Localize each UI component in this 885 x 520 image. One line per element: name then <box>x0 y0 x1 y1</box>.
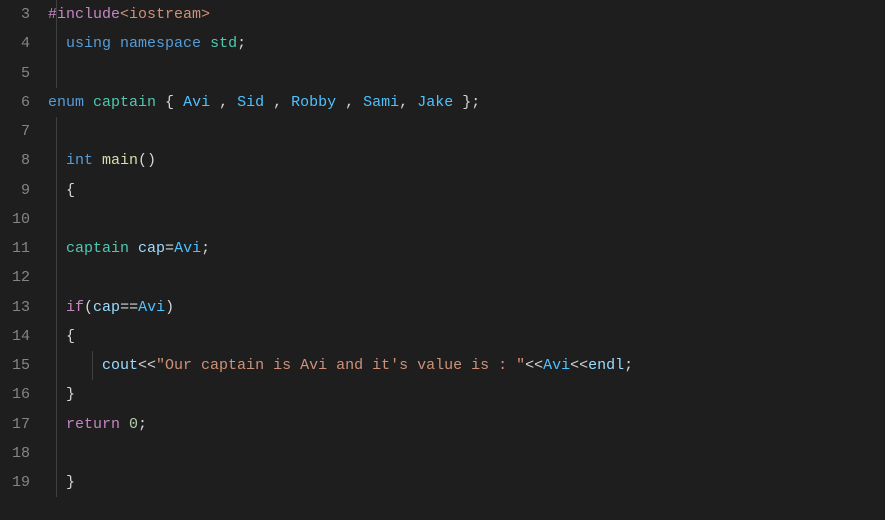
code-line[interactable]: using namespace std; <box>48 29 885 58</box>
code-line[interactable] <box>48 117 885 146</box>
code-line[interactable]: { <box>48 176 885 205</box>
code-line[interactable]: int main() <box>48 146 885 175</box>
semicolon: ; <box>237 29 246 58</box>
parentheses: () <box>138 146 156 175</box>
enum-value: Sami <box>363 88 399 117</box>
include-header: <iostream> <box>120 0 210 29</box>
keyword-enum: enum <box>48 88 84 117</box>
line-number: 3 <box>0 0 30 29</box>
code-line[interactable] <box>48 263 885 292</box>
keyword-return: return <box>66 410 120 439</box>
string-literal: "Our captain is Avi and it's value is : … <box>156 351 525 380</box>
code-line[interactable]: } <box>48 380 885 409</box>
line-number: 4 <box>0 29 30 58</box>
brace-close: } <box>66 380 75 409</box>
code-line[interactable] <box>48 439 885 468</box>
enum-value: Jake <box>417 88 453 117</box>
line-number: 12 <box>0 263 30 292</box>
enum-name: captain <box>93 88 156 117</box>
brace-open: { <box>156 88 183 117</box>
var-cap: cap <box>93 293 120 322</box>
semicolon: ; <box>624 351 633 380</box>
type-captain: captain <box>66 234 129 263</box>
line-number: 17 <box>0 410 30 439</box>
code-line[interactable]: cout<<"Our captain is Avi and it's value… <box>48 351 885 380</box>
enum-value: Avi <box>543 351 570 380</box>
code-content[interactable]: #include<iostream> using namespace std; … <box>48 0 885 520</box>
keyword-namespace: namespace <box>120 29 201 58</box>
code-line[interactable]: #include<iostream> <box>48 0 885 29</box>
line-number: 18 <box>0 439 30 468</box>
code-line[interactable]: enum captain { Avi , Sid , Robby , Sami,… <box>48 88 885 117</box>
code-line[interactable]: } <box>48 468 885 497</box>
semicolon: ; <box>201 234 210 263</box>
number-literal: 0 <box>120 410 138 439</box>
line-number: 14 <box>0 322 30 351</box>
line-number: 5 <box>0 59 30 88</box>
line-number: 8 <box>0 146 30 175</box>
code-line[interactable] <box>48 205 885 234</box>
preprocessor: #include <box>48 0 120 29</box>
line-number: 13 <box>0 293 30 322</box>
brace-open: { <box>66 322 75 351</box>
enum-value: Avi <box>174 234 201 263</box>
line-number: 6 <box>0 88 30 117</box>
keyword-if: if <box>66 293 84 322</box>
line-number: 9 <box>0 176 30 205</box>
semicolon: ; <box>138 410 147 439</box>
code-editor[interactable]: 3 4 5 6 7 8 9 10 11 12 13 14 15 16 17 18… <box>0 0 885 520</box>
brace-close: } <box>66 468 75 497</box>
brace-close: }; <box>453 88 480 117</box>
brace-open: { <box>66 176 75 205</box>
function-main: main <box>93 146 138 175</box>
line-number: 19 <box>0 468 30 497</box>
cout: cout <box>102 351 138 380</box>
endl: endl <box>588 351 624 380</box>
enum-value: Sid <box>237 88 264 117</box>
code-line[interactable] <box>48 59 885 88</box>
code-line[interactable]: captain cap=Avi; <box>48 234 885 263</box>
code-line[interactable]: { <box>48 322 885 351</box>
namespace-std: std <box>210 29 237 58</box>
line-number: 7 <box>0 117 30 146</box>
enum-value: Robby <box>291 88 336 117</box>
line-number: 10 <box>0 205 30 234</box>
keyword-using: using <box>66 29 111 58</box>
line-number: 16 <box>0 380 30 409</box>
var-cap: cap <box>129 234 165 263</box>
enum-value: Avi <box>183 88 210 117</box>
line-number: 15 <box>0 351 30 380</box>
line-number: 11 <box>0 234 30 263</box>
enum-value: Avi <box>138 293 165 322</box>
code-line[interactable]: if(cap==Avi) <box>48 293 885 322</box>
code-line[interactable]: return 0; <box>48 410 885 439</box>
keyword-int: int <box>66 146 93 175</box>
line-number-gutter: 3 4 5 6 7 8 9 10 11 12 13 14 15 16 17 18… <box>0 0 48 520</box>
